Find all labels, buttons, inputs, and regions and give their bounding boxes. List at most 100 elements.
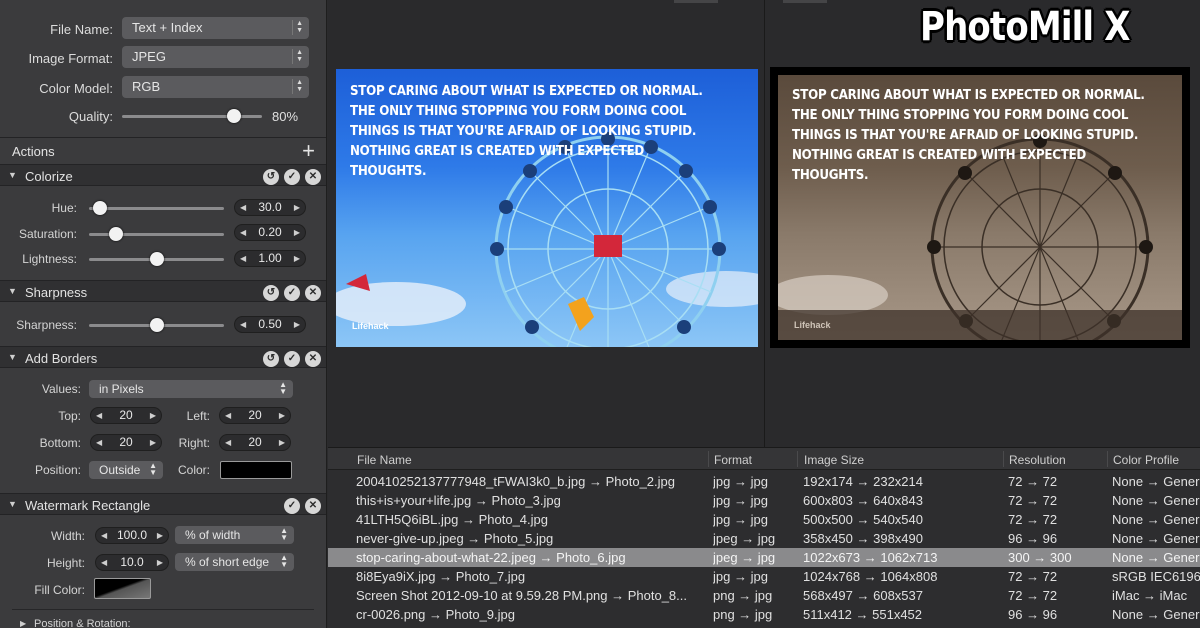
increment-icon[interactable]: ▶	[150, 408, 156, 423]
quality-slider-thumb[interactable]	[227, 109, 241, 123]
width-unit-popup[interactable]: % of width ▲ ▼	[175, 526, 294, 544]
cell-size: 568x497 → 608x537	[803, 588, 923, 603]
hue-slider[interactable]	[89, 201, 224, 215]
saturation-slider[interactable]	[89, 227, 224, 241]
increment-icon[interactable]: ▶	[157, 528, 163, 543]
table-row[interactable]: 41LTH5Q6iBL.jpg → Photo_4.jpg jpg → jpg …	[328, 510, 1200, 529]
table-row[interactable]: Screen Shot 2012-09-10 at 9.59.28 PM.png…	[328, 586, 1200, 605]
cell-file: cr-0026.png → Photo_9.jpg	[356, 607, 515, 622]
decrement-icon[interactable]: ◀	[225, 435, 231, 450]
popup-arrows-icon: ▲ ▼	[292, 79, 303, 94]
values-popup[interactable]: in Pixels ▲ ▼	[89, 380, 293, 398]
increment-icon[interactable]: ▶	[150, 435, 156, 450]
table-row[interactable]: never-give-up.jpeg → Photo_5.jpg jpeg → …	[328, 529, 1200, 548]
disclosure-triangle-icon[interactable]: ▼	[8, 170, 17, 180]
right-stepper[interactable]: ◀ 20 ▶	[219, 434, 291, 451]
border-color-well[interactable]	[220, 461, 292, 479]
lightness-stepper[interactable]: ◀ 1.00 ▶	[234, 250, 306, 267]
height-stepper[interactable]: ◀ 10.0 ▶	[95, 554, 169, 571]
reset-icon[interactable]: ↺	[263, 285, 279, 301]
decrement-icon[interactable]: ◀	[240, 251, 246, 266]
decrement-icon[interactable]: ◀	[101, 528, 107, 543]
watermark-section-header[interactable]: ▼ Watermark Rectangle ✓ ✕	[0, 493, 326, 515]
decrement-icon[interactable]: ◀	[225, 408, 231, 423]
sharpness-slider[interactable]	[89, 318, 224, 332]
quality-value: 80%	[272, 109, 299, 124]
left-stepper[interactable]: ◀ 20 ▶	[219, 407, 291, 424]
colorize-section-header[interactable]: ▼ Colorize ↺ ✓ ✕	[0, 164, 326, 186]
increment-icon[interactable]: ▶	[294, 200, 300, 215]
checkmark-icon[interactable]: ✓	[284, 351, 300, 367]
increment-icon[interactable]: ▶	[157, 555, 163, 570]
decrement-icon[interactable]: ◀	[240, 200, 246, 215]
table-row-selected[interactable]: stop-caring-about-what-22.jpeg → Photo_6…	[328, 548, 1200, 567]
increment-icon[interactable]: ▶	[279, 408, 285, 423]
add-action-button[interactable]: +	[302, 138, 315, 164]
reset-icon[interactable]: ↺	[263, 169, 279, 185]
decrement-icon[interactable]: ◀	[96, 435, 102, 450]
cell-format: png → jpg	[713, 588, 773, 603]
table-row[interactable]: this+is+your+life.jpg → Photo_3.jpg jpg …	[328, 491, 1200, 510]
cell-format: jpeg → jpg	[713, 550, 776, 565]
checkmark-icon[interactable]: ✓	[284, 169, 300, 185]
increment-icon[interactable]: ▶	[294, 251, 300, 266]
sharpness-section-header[interactable]: ▼ Sharpness ↺ ✓ ✕	[0, 280, 326, 302]
table-row[interactable]: 8i8Eya9iX.jpg → Photo_7.jpg jpg → jpg 10…	[328, 567, 1200, 586]
table-row[interactable]: 20041025213777794­8_tFWAI3k0_b.jpg → Pho…	[328, 472, 1200, 491]
width-stepper[interactable]: ◀ 100.0 ▶	[95, 527, 169, 544]
cell-format: jpg → jpg	[713, 512, 768, 527]
column-header-file-name[interactable]: File Name	[357, 453, 412, 467]
fill-color-well[interactable]	[94, 578, 151, 599]
column-header-format[interactable]: Format	[714, 453, 752, 467]
close-icon[interactable]: ✕	[305, 285, 321, 301]
decrement-icon[interactable]: ◀	[240, 317, 246, 332]
decrement-icon[interactable]: ◀	[101, 555, 107, 570]
disclosure-triangle-icon[interactable]: ▼	[8, 499, 17, 509]
add-borders-section-header[interactable]: ▼ Add Borders ↺ ✓ ✕	[0, 346, 326, 368]
height-unit-popup[interactable]: % of short edge ▲ ▼	[175, 553, 294, 571]
hue-stepper[interactable]: ◀ 30.0 ▶	[234, 199, 306, 216]
increment-icon[interactable]: ▶	[294, 225, 300, 240]
width-unit-value: % of width	[185, 528, 241, 542]
cell-resolution: 96 → 96	[1008, 531, 1058, 546]
disclosure-triangle-icon[interactable]: ▼	[8, 352, 17, 362]
cell-format: jpg → jpg	[713, 474, 768, 489]
column-header-color-profile[interactable]: Color Profile	[1113, 453, 1179, 467]
table-row[interactable]: cr-0026.png → Photo_9.jpg png → jpg 511x…	[328, 605, 1200, 624]
column-header-resolution[interactable]: Resolution	[1009, 453, 1066, 467]
right-value: 20	[248, 435, 262, 449]
image-format-popup[interactable]: JPEG ▲ ▼	[122, 46, 309, 68]
disclosure-triangle-icon[interactable]: ▶	[20, 619, 26, 628]
quality-slider[interactable]	[122, 109, 262, 123]
increment-icon[interactable]: ▶	[294, 317, 300, 332]
popup-arrows-icon: ▲ ▼	[279, 380, 287, 396]
sharpness-stepper[interactable]: ◀ 0.50 ▶	[234, 316, 306, 333]
close-icon[interactable]: ✕	[305, 498, 321, 514]
close-icon[interactable]: ✕	[305, 169, 321, 185]
position-rotation-label[interactable]: Position & Rotation:	[34, 618, 131, 628]
position-popup[interactable]: Outside ▲ ▼	[89, 461, 163, 479]
saturation-slider-thumb[interactable]	[109, 227, 123, 241]
lightness-slider-thumb[interactable]	[149, 252, 164, 266]
checkmark-icon[interactable]: ✓	[284, 285, 300, 301]
color-model-popup[interactable]: RGB ▲ ▼	[122, 76, 309, 98]
decrement-icon[interactable]: ◀	[96, 408, 102, 423]
decrement-icon[interactable]: ◀	[240, 225, 246, 240]
cell-size: 511x412 → 551x452	[803, 607, 923, 622]
lightness-slider[interactable]	[89, 252, 224, 266]
close-icon[interactable]: ✕	[305, 351, 321, 367]
increment-icon[interactable]: ▶	[279, 435, 285, 450]
saturation-stepper[interactable]: ◀ 0.20 ▶	[234, 224, 306, 241]
reset-icon[interactable]: ↺	[263, 351, 279, 367]
disclosure-triangle-icon[interactable]: ▼	[8, 286, 17, 296]
file-name-popup[interactable]: Text + Index ▲ ▼	[122, 17, 309, 39]
top-stepper[interactable]: ◀ 20 ▶	[90, 407, 162, 424]
column-separator	[1107, 451, 1108, 467]
saturation-label: Saturation:	[18, 227, 77, 241]
bottom-stepper[interactable]: ◀ 20 ▶	[90, 434, 162, 451]
sharpness-slider-thumb[interactable]	[149, 318, 164, 332]
column-header-image-size[interactable]: Image Size	[804, 453, 864, 467]
checkmark-icon[interactable]: ✓	[284, 498, 300, 514]
hue-slider-thumb[interactable]	[92, 201, 107, 215]
add-borders-controls: ↺ ✓ ✕	[258, 350, 321, 367]
